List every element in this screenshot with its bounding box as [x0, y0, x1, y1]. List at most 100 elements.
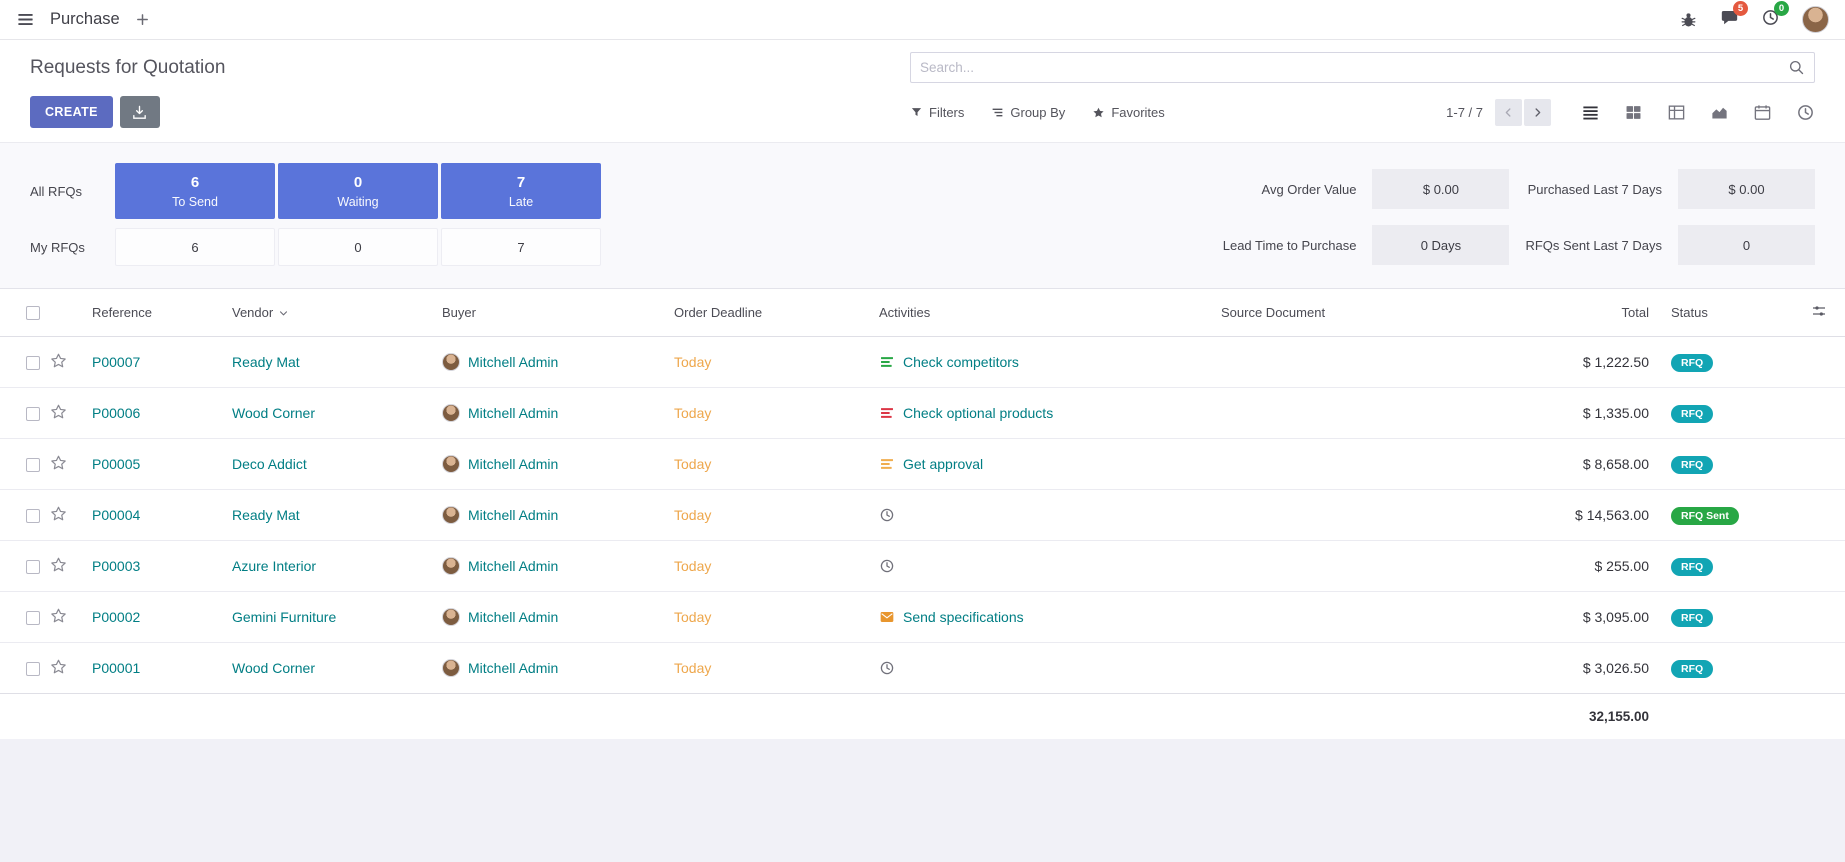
vendor-link[interactable]: Wood Corner: [232, 405, 315, 421]
reference-link[interactable]: P00003: [92, 558, 140, 574]
buyer-link[interactable]: Mitchell Admin: [468, 354, 558, 370]
pager-next-button[interactable]: [1524, 99, 1551, 126]
export-button[interactable]: [120, 96, 160, 128]
buyer-avatar: [442, 506, 460, 524]
pager-previous-button[interactable]: [1495, 99, 1522, 126]
rfqs-sent-last-7-days-label: RFQs Sent Last 7 Days: [1525, 238, 1662, 253]
vendor-link[interactable]: Deco Addict: [232, 456, 307, 472]
row-checkbox[interactable]: [26, 356, 40, 370]
buyer-link[interactable]: Mitchell Admin: [468, 609, 558, 625]
col-header-vendor[interactable]: Vendor: [226, 289, 436, 337]
search-icon[interactable]: [1788, 59, 1805, 76]
activity-cell[interactable]: Get approval: [879, 456, 1209, 472]
graph-view-icon[interactable]: [1710, 103, 1729, 122]
row-checkbox[interactable]: [26, 407, 40, 421]
favorite-star-icon[interactable]: [50, 658, 67, 675]
total-amount: $ 3,026.50: [1583, 660, 1649, 676]
favorite-star-icon[interactable]: [50, 403, 67, 420]
top-navbar: Purchase 5 0: [0, 0, 1845, 40]
buyer-link[interactable]: Mitchell Admin: [468, 558, 558, 574]
app-name[interactable]: Purchase: [50, 10, 120, 29]
table-row[interactable]: P00005 Deco Addict Mitchell Admin Today …: [0, 439, 1845, 490]
table-row[interactable]: P00007 Ready Mat Mitchell Admin Today Ch…: [0, 337, 1845, 388]
table-row[interactable]: P00004 Ready Mat Mitchell Admin Today $ …: [0, 490, 1845, 541]
col-header-buyer[interactable]: Buyer: [436, 289, 668, 337]
bug-icon[interactable]: [1679, 10, 1698, 29]
optional-columns-icon[interactable]: [1811, 303, 1827, 319]
table-row[interactable]: P00006 Wood Corner Mitchell Admin Today …: [0, 388, 1845, 439]
select-all-checkbox[interactable]: [26, 306, 40, 320]
reference-link[interactable]: P00007: [92, 354, 140, 370]
col-header-status[interactable]: Status: [1665, 289, 1795, 337]
create-button[interactable]: CREATE: [30, 96, 113, 128]
activity-cell[interactable]: Check competitors: [879, 354, 1209, 370]
col-header-activities[interactable]: Activities: [873, 289, 1215, 337]
reference-link[interactable]: P00002: [92, 609, 140, 625]
source-document: [1215, 592, 1497, 643]
apps-menu-icon[interactable]: [16, 10, 35, 29]
favorites-button[interactable]: Favorites: [1092, 105, 1164, 120]
row-checkbox[interactable]: [26, 662, 40, 676]
kanban-view-icon[interactable]: [1624, 103, 1643, 122]
user-avatar[interactable]: [1802, 6, 1829, 33]
activities-menu[interactable]: 0: [1761, 8, 1780, 32]
table-row[interactable]: P00003 Azure Interior Mitchell Admin Tod…: [0, 541, 1845, 592]
row-checkbox[interactable]: [26, 611, 40, 625]
favorite-star-icon[interactable]: [50, 352, 67, 369]
favorite-star-icon[interactable]: [50, 607, 67, 624]
my-to-send-card[interactable]: 6: [115, 228, 275, 266]
avg-order-value-label: Avg Order Value: [1223, 182, 1357, 197]
favorite-star-icon[interactable]: [50, 556, 67, 573]
vendor-link[interactable]: Azure Interior: [232, 558, 316, 574]
late-card[interactable]: 7Late: [441, 163, 601, 219]
reference-link[interactable]: P00001: [92, 660, 140, 676]
lead-time: 0 Days: [1372, 225, 1509, 265]
reference-link[interactable]: P00005: [92, 456, 140, 472]
table-row[interactable]: P00001 Wood Corner Mitchell Admin Today …: [0, 643, 1845, 694]
row-checkbox[interactable]: [26, 509, 40, 523]
waiting-card[interactable]: 0Waiting: [278, 163, 438, 219]
activity-cell[interactable]: [879, 660, 1209, 676]
activity-cell[interactable]: Check optional products: [879, 405, 1209, 421]
activity-view-icon[interactable]: [1796, 103, 1815, 122]
col-header-total[interactable]: Total: [1497, 289, 1665, 337]
vendor-link[interactable]: Wood Corner: [232, 660, 315, 676]
favorite-star-icon[interactable]: [50, 505, 67, 522]
activity-cell[interactable]: Send specifications: [879, 609, 1209, 625]
my-waiting-card[interactable]: 0: [278, 228, 438, 266]
search-box[interactable]: [910, 52, 1815, 83]
row-checkbox[interactable]: [26, 560, 40, 574]
vendor-link[interactable]: Ready Mat: [232, 507, 300, 523]
to-send-card[interactable]: 6To Send: [115, 163, 275, 219]
reference-link[interactable]: P00006: [92, 405, 140, 421]
filters-button[interactable]: Filters: [910, 105, 964, 120]
search-input[interactable]: [920, 60, 1788, 75]
messages-count-badge: 5: [1733, 1, 1748, 16]
source-document: [1215, 643, 1497, 694]
buyer-link[interactable]: Mitchell Admin: [468, 660, 558, 676]
table-row[interactable]: P00002 Gemini Furniture Mitchell Admin T…: [0, 592, 1845, 643]
col-header-reference[interactable]: Reference: [86, 289, 226, 337]
status-badge: RFQ Sent: [1671, 507, 1739, 525]
activity-cell[interactable]: [879, 507, 1209, 523]
col-header-order-deadline[interactable]: Order Deadline: [668, 289, 873, 337]
col-header-source-document[interactable]: Source Document: [1215, 289, 1497, 337]
messages-menu[interactable]: 5: [1720, 8, 1739, 32]
my-late-card[interactable]: 7: [441, 228, 601, 266]
purchased-last-7-days: $ 0.00: [1678, 169, 1815, 209]
plus-icon[interactable]: [135, 12, 150, 27]
activity-cell[interactable]: [879, 558, 1209, 574]
buyer-link[interactable]: Mitchell Admin: [468, 507, 558, 523]
vendor-link[interactable]: Gemini Furniture: [232, 609, 336, 625]
calendar-view-icon[interactable]: [1753, 103, 1772, 122]
order-deadline: Today: [674, 456, 711, 472]
reference-link[interactable]: P00004: [92, 507, 140, 523]
vendor-link[interactable]: Ready Mat: [232, 354, 300, 370]
pivot-view-icon[interactable]: [1667, 103, 1686, 122]
row-checkbox[interactable]: [26, 458, 40, 472]
buyer-link[interactable]: Mitchell Admin: [468, 456, 558, 472]
buyer-link[interactable]: Mitchell Admin: [468, 405, 558, 421]
group-by-button[interactable]: Group By: [991, 105, 1065, 120]
list-view-icon[interactable]: [1581, 103, 1600, 122]
favorite-star-icon[interactable]: [50, 454, 67, 471]
